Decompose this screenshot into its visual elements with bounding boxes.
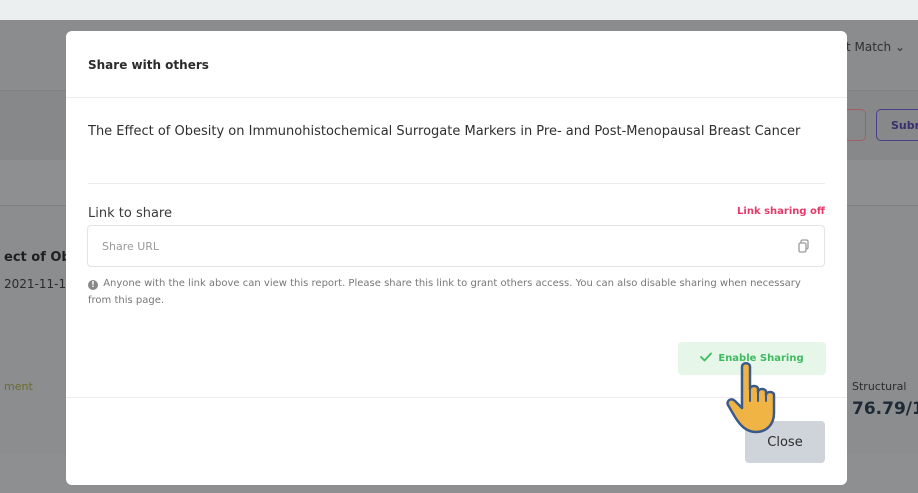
score-value: 76.79/1 bbox=[852, 399, 918, 419]
header-divider bbox=[66, 97, 847, 98]
chevron-down-icon: ⌄ bbox=[894, 40, 906, 54]
pointer-hand-icon bbox=[726, 362, 776, 434]
report-title-fragment: ect of Ob bbox=[4, 250, 71, 265]
share-note-text: Anyone with the link above can view this… bbox=[88, 278, 801, 306]
sort-label: t Match bbox=[846, 40, 892, 54]
sort-dropdown: t Match ⌄ bbox=[846, 40, 905, 54]
modal-title: Share with others bbox=[88, 58, 209, 72]
link-label: Link to share bbox=[88, 206, 172, 221]
tab-fragment: ment bbox=[4, 380, 33, 393]
copy-icon[interactable] bbox=[796, 238, 812, 254]
report-date-fragment: 2021-11-1 bbox=[4, 277, 67, 291]
share-url-field bbox=[87, 225, 825, 267]
top-band bbox=[0, 0, 918, 20]
report-title: The Effect of Obesity on Immunohistochem… bbox=[88, 124, 801, 139]
score-label: Structural bbox=[852, 380, 907, 393]
share-url-input[interactable] bbox=[88, 226, 788, 266]
check-icon bbox=[700, 352, 713, 365]
submit-button: Subr bbox=[876, 109, 918, 141]
info-icon: ! bbox=[88, 280, 98, 290]
title-divider bbox=[88, 183, 825, 184]
share-note: ! Anyone with the link above can view th… bbox=[88, 275, 818, 309]
link-status: Link sharing off bbox=[737, 206, 825, 217]
